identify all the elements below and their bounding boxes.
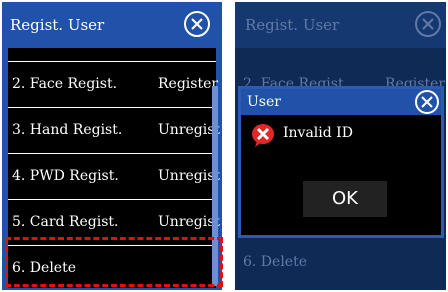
menu-item-hand-regist[interactable]: 3. Hand Regist. Unregist [8,108,220,154]
close-icon [191,18,203,30]
dialog-title: User [247,94,281,110]
menu-item-status: Unregist [158,168,221,184]
menu-item-label: 4. PWD Regist. [12,168,119,184]
page-title: Regist. User [10,16,105,34]
close-icon [422,18,434,30]
menu-item-label: 2. Face Regist. [12,76,118,92]
close-icon [421,96,433,108]
menu-item-label: 3. Hand Regist. [12,122,123,138]
delete-highlight-box [5,237,223,287]
close-button [415,11,441,37]
menu-item-pwd-regist[interactable]: 4. PWD Regist. Unregist [8,154,220,200]
regist-user-panel-dimmed: Regist. User 2. Face Regist. Register 6.… [235,2,446,290]
ok-button[interactable]: OK [303,181,387,217]
error-message: Invalid ID [283,125,353,141]
error-dialog: User Invalid ID OK [238,86,444,238]
menu-item-status: Register [158,76,219,92]
header: Regist. User [2,2,222,48]
menu-item-face-regist[interactable]: 2. Face Regist. Register [8,62,219,108]
dialog-close-button[interactable] [415,90,439,114]
dialog-header: User [241,89,441,115]
close-button[interactable] [184,11,210,37]
page-title: Regist. User [245,16,340,34]
menu-item-status: Unregist [158,122,221,138]
menu-item-status: Unregist [158,214,221,230]
menu-item-label: 5. Card Regist. [12,214,119,230]
error-icon [252,124,274,147]
menu-item-label: 6. Delete [243,254,307,270]
list-divider [8,48,216,62]
